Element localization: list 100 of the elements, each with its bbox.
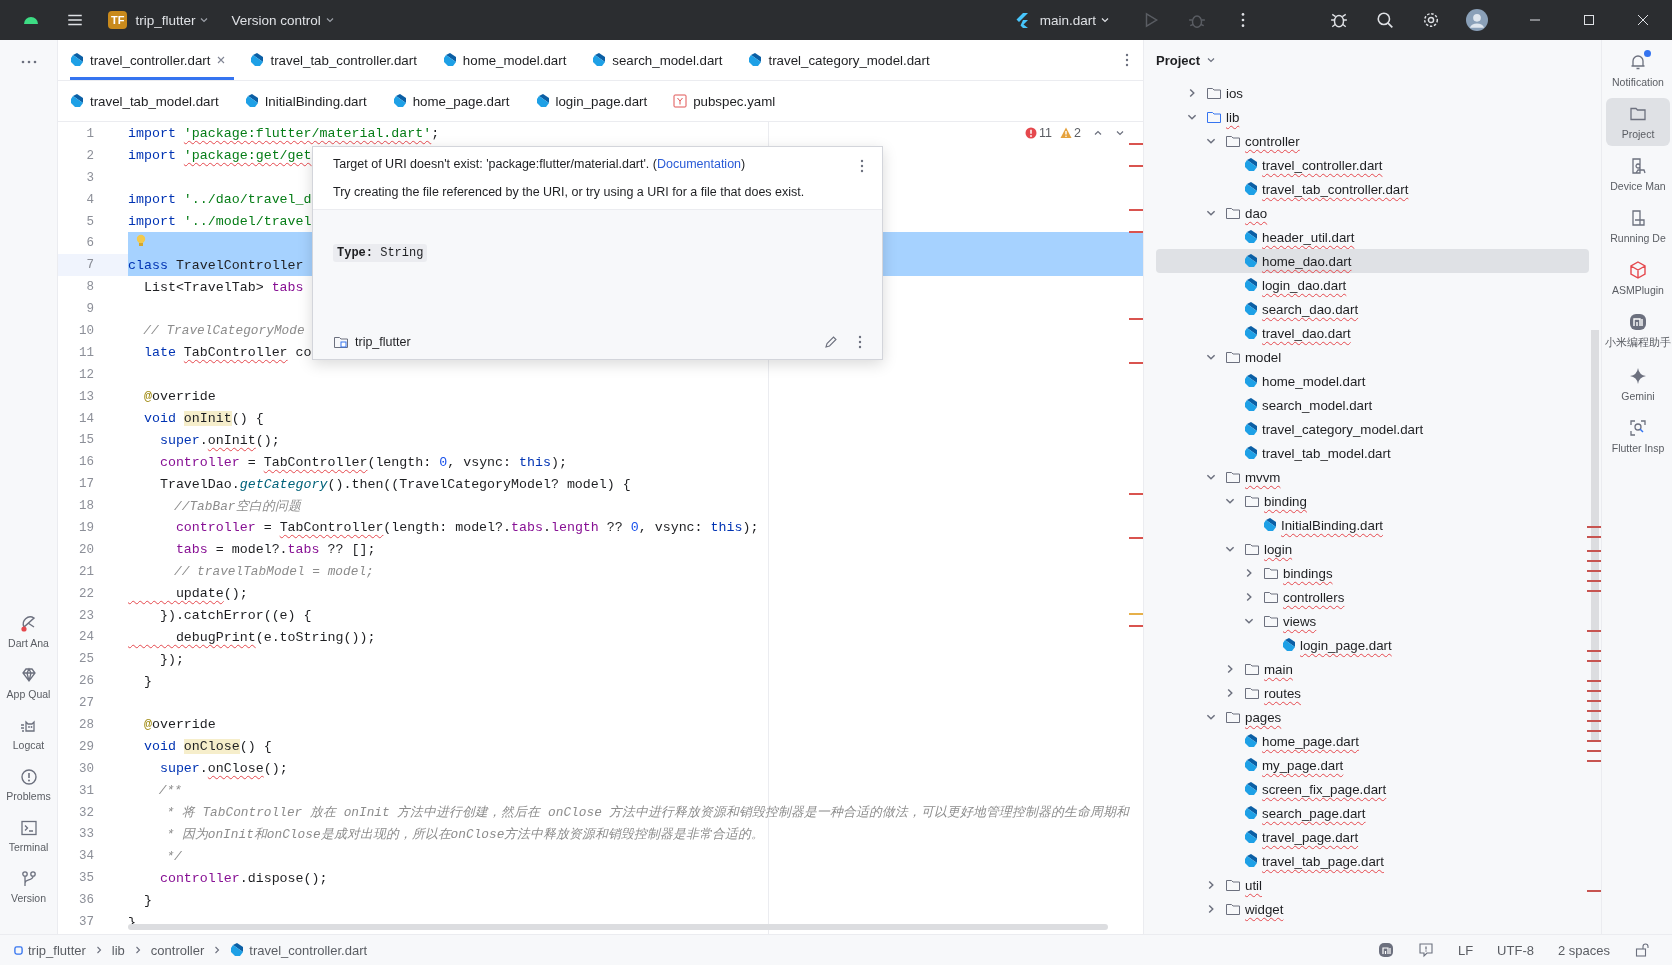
tree-item[interactable]: lib xyxy=(1156,105,1589,129)
editor-tab[interactable]: home_page.dart xyxy=(392,81,534,121)
tree-item[interactable]: main xyxy=(1156,657,1589,681)
error-stripe[interactable] xyxy=(1129,318,1143,321)
tree-item[interactable]: widget xyxy=(1156,897,1589,921)
tree-item[interactable]: travel_controller.dart xyxy=(1156,153,1589,177)
avatar[interactable] xyxy=(1466,9,1488,31)
error-stripe[interactable] xyxy=(1129,230,1143,233)
editor-tab[interactable]: InitialBinding.dart xyxy=(244,81,391,121)
tree-item[interactable]: header_util.dart xyxy=(1156,225,1589,249)
tree-item[interactable]: travel_category_model.dart xyxy=(1156,417,1589,441)
tool-window-button[interactable]: Flutter Insp xyxy=(1606,412,1670,460)
editor-tab[interactable]: login_page.dart xyxy=(535,81,672,121)
tree-item[interactable]: travel_page.dart xyxy=(1156,825,1589,849)
editor-tab[interactable]: home_model.dart xyxy=(442,40,591,80)
chevron-up-icon[interactable] xyxy=(1093,128,1103,138)
tool-window-button[interactable]: Terminal xyxy=(0,818,57,853)
tree-item[interactable]: binding xyxy=(1156,489,1589,513)
editor-tab[interactable]: travel_category_model.dart xyxy=(748,40,954,80)
documentation-link[interactable]: Documentation xyxy=(656,157,742,171)
lock-icon[interactable] xyxy=(1634,942,1650,958)
dart-file-icon xyxy=(592,53,607,67)
maximize-icon[interactable] xyxy=(1583,14,1595,26)
chevron-down-icon[interactable] xyxy=(1115,128,1125,138)
feedback-icon[interactable] xyxy=(1417,942,1434,958)
tree-item[interactable]: login_dao.dart xyxy=(1156,273,1589,297)
tree-item[interactable]: login xyxy=(1156,537,1589,561)
tree-item[interactable]: util xyxy=(1156,873,1589,897)
tree-item[interactable]: home_model.dart xyxy=(1156,369,1589,393)
breadcrumb[interactable]: controller xyxy=(150,942,205,958)
tree-item[interactable]: my_page.dart xyxy=(1156,753,1589,777)
tree-item[interactable]: home_page.dart xyxy=(1156,729,1589,753)
tool-window-button[interactable]: Version xyxy=(0,869,57,904)
bug-icon[interactable] xyxy=(1330,11,1348,29)
project-view-dropdown[interactable]: Project xyxy=(1144,40,1217,80)
tree-item[interactable]: travel_tab_controller.dart xyxy=(1156,177,1589,201)
scrollbar[interactable] xyxy=(128,924,1108,930)
vcs-dropdown[interactable]: Version control xyxy=(231,12,335,28)
warning-count[interactable]: 2 xyxy=(1060,126,1081,140)
tool-window-button[interactable]: Gemini xyxy=(1606,360,1670,408)
error-count[interactable]: 11 xyxy=(1025,126,1053,140)
search-icon[interactable] xyxy=(1376,11,1394,29)
breadcrumb[interactable]: trip_flutter xyxy=(14,942,86,958)
more-icon[interactable] xyxy=(860,159,864,173)
tool-window-button[interactable]: App Qual xyxy=(0,665,57,700)
tool-window-button[interactable]: Device Man xyxy=(1606,150,1670,198)
tree-item[interactable]: controllers xyxy=(1156,585,1589,609)
tool-window-button[interactable]: ASMPlugin xyxy=(1606,254,1670,302)
dart-file-icon xyxy=(1244,302,1258,316)
tree-item[interactable]: travel_tab_page.dart xyxy=(1156,849,1589,873)
project-dropdown[interactable]: trip_flutter xyxy=(135,12,210,28)
editor-tab[interactable]: search_model.dart xyxy=(592,40,747,80)
tree-item[interactable]: mvvm xyxy=(1156,465,1589,489)
tree-item[interactable]: routes xyxy=(1156,681,1589,705)
indent-setting[interactable]: 2 spaces xyxy=(1557,942,1610,958)
more-icon[interactable] xyxy=(1125,53,1129,67)
editor-tab[interactable]: travel_controller.dart xyxy=(70,40,235,80)
mi-logo-icon[interactable] xyxy=(1377,942,1394,958)
error-stripe[interactable] xyxy=(1129,208,1143,211)
tree-item[interactable]: dao xyxy=(1156,201,1589,225)
tree-item[interactable]: InitialBinding.dart xyxy=(1156,513,1589,537)
more-icon[interactable] xyxy=(20,60,37,64)
editor-tab[interactable]: travel_tab_controller.dart xyxy=(250,40,441,80)
tree-item[interactable]: model xyxy=(1156,345,1589,369)
breadcrumb[interactable]: travel_controller.dart xyxy=(230,942,368,958)
tool-window-button[interactable]: Notification xyxy=(1606,46,1670,94)
error-stripe[interactable] xyxy=(1129,164,1143,167)
line-separator[interactable]: LF xyxy=(1457,942,1474,958)
tree-item[interactable]: travel_dao.dart xyxy=(1156,321,1589,345)
tree-item[interactable]: screen_fix_page.dart xyxy=(1156,777,1589,801)
scrollbar[interactable] xyxy=(1591,330,1599,740)
tree-item[interactable]: bindings xyxy=(1156,561,1589,585)
tree-item[interactable]: pages xyxy=(1156,705,1589,729)
tree-item[interactable]: ios xyxy=(1156,81,1589,105)
tree-item[interactable]: search_model.dart xyxy=(1156,393,1589,417)
pencil-icon[interactable] xyxy=(824,335,838,349)
run-config-dropdown[interactable]: main.dart xyxy=(1013,12,1110,28)
tree-item[interactable]: controller xyxy=(1156,129,1589,153)
editor-tab[interactable]: travel_tab_model.dart xyxy=(70,81,243,121)
tree-item[interactable]: search_dao.dart xyxy=(1156,297,1589,321)
breadcrumb[interactable]: lib xyxy=(111,942,125,958)
encoding[interactable]: UTF-8 xyxy=(1497,942,1534,958)
tool-window-button[interactable]: Project xyxy=(1606,98,1670,146)
error-stripe[interactable] xyxy=(1129,624,1143,627)
settings-icon[interactable] xyxy=(1422,11,1440,29)
tool-window-button[interactable]: Dart Ana xyxy=(0,614,57,649)
tree-item[interactable]: views xyxy=(1156,609,1589,633)
editor-tab[interactable]: pubspec.yaml xyxy=(673,81,800,121)
tree-item[interactable]: home_dao.dart xyxy=(1156,249,1589,273)
tree-item[interactable]: search_page.dart xyxy=(1156,801,1589,825)
tool-window-button[interactable]: 小米编程助手 xyxy=(1606,306,1670,356)
error-stripe[interactable] xyxy=(1129,493,1143,496)
tool-window-button[interactable]: Running De xyxy=(1606,202,1670,250)
error-stripe[interactable] xyxy=(1129,537,1143,540)
dart-file-icon xyxy=(442,53,457,67)
warning-icon xyxy=(18,767,39,787)
tree-item[interactable]: login_page.dart xyxy=(1156,633,1589,657)
tool-window-button[interactable]: Logcat xyxy=(0,716,57,751)
tool-window-button[interactable]: Problems xyxy=(0,767,57,802)
tree-item[interactable]: travel_tab_model.dart xyxy=(1156,441,1589,465)
